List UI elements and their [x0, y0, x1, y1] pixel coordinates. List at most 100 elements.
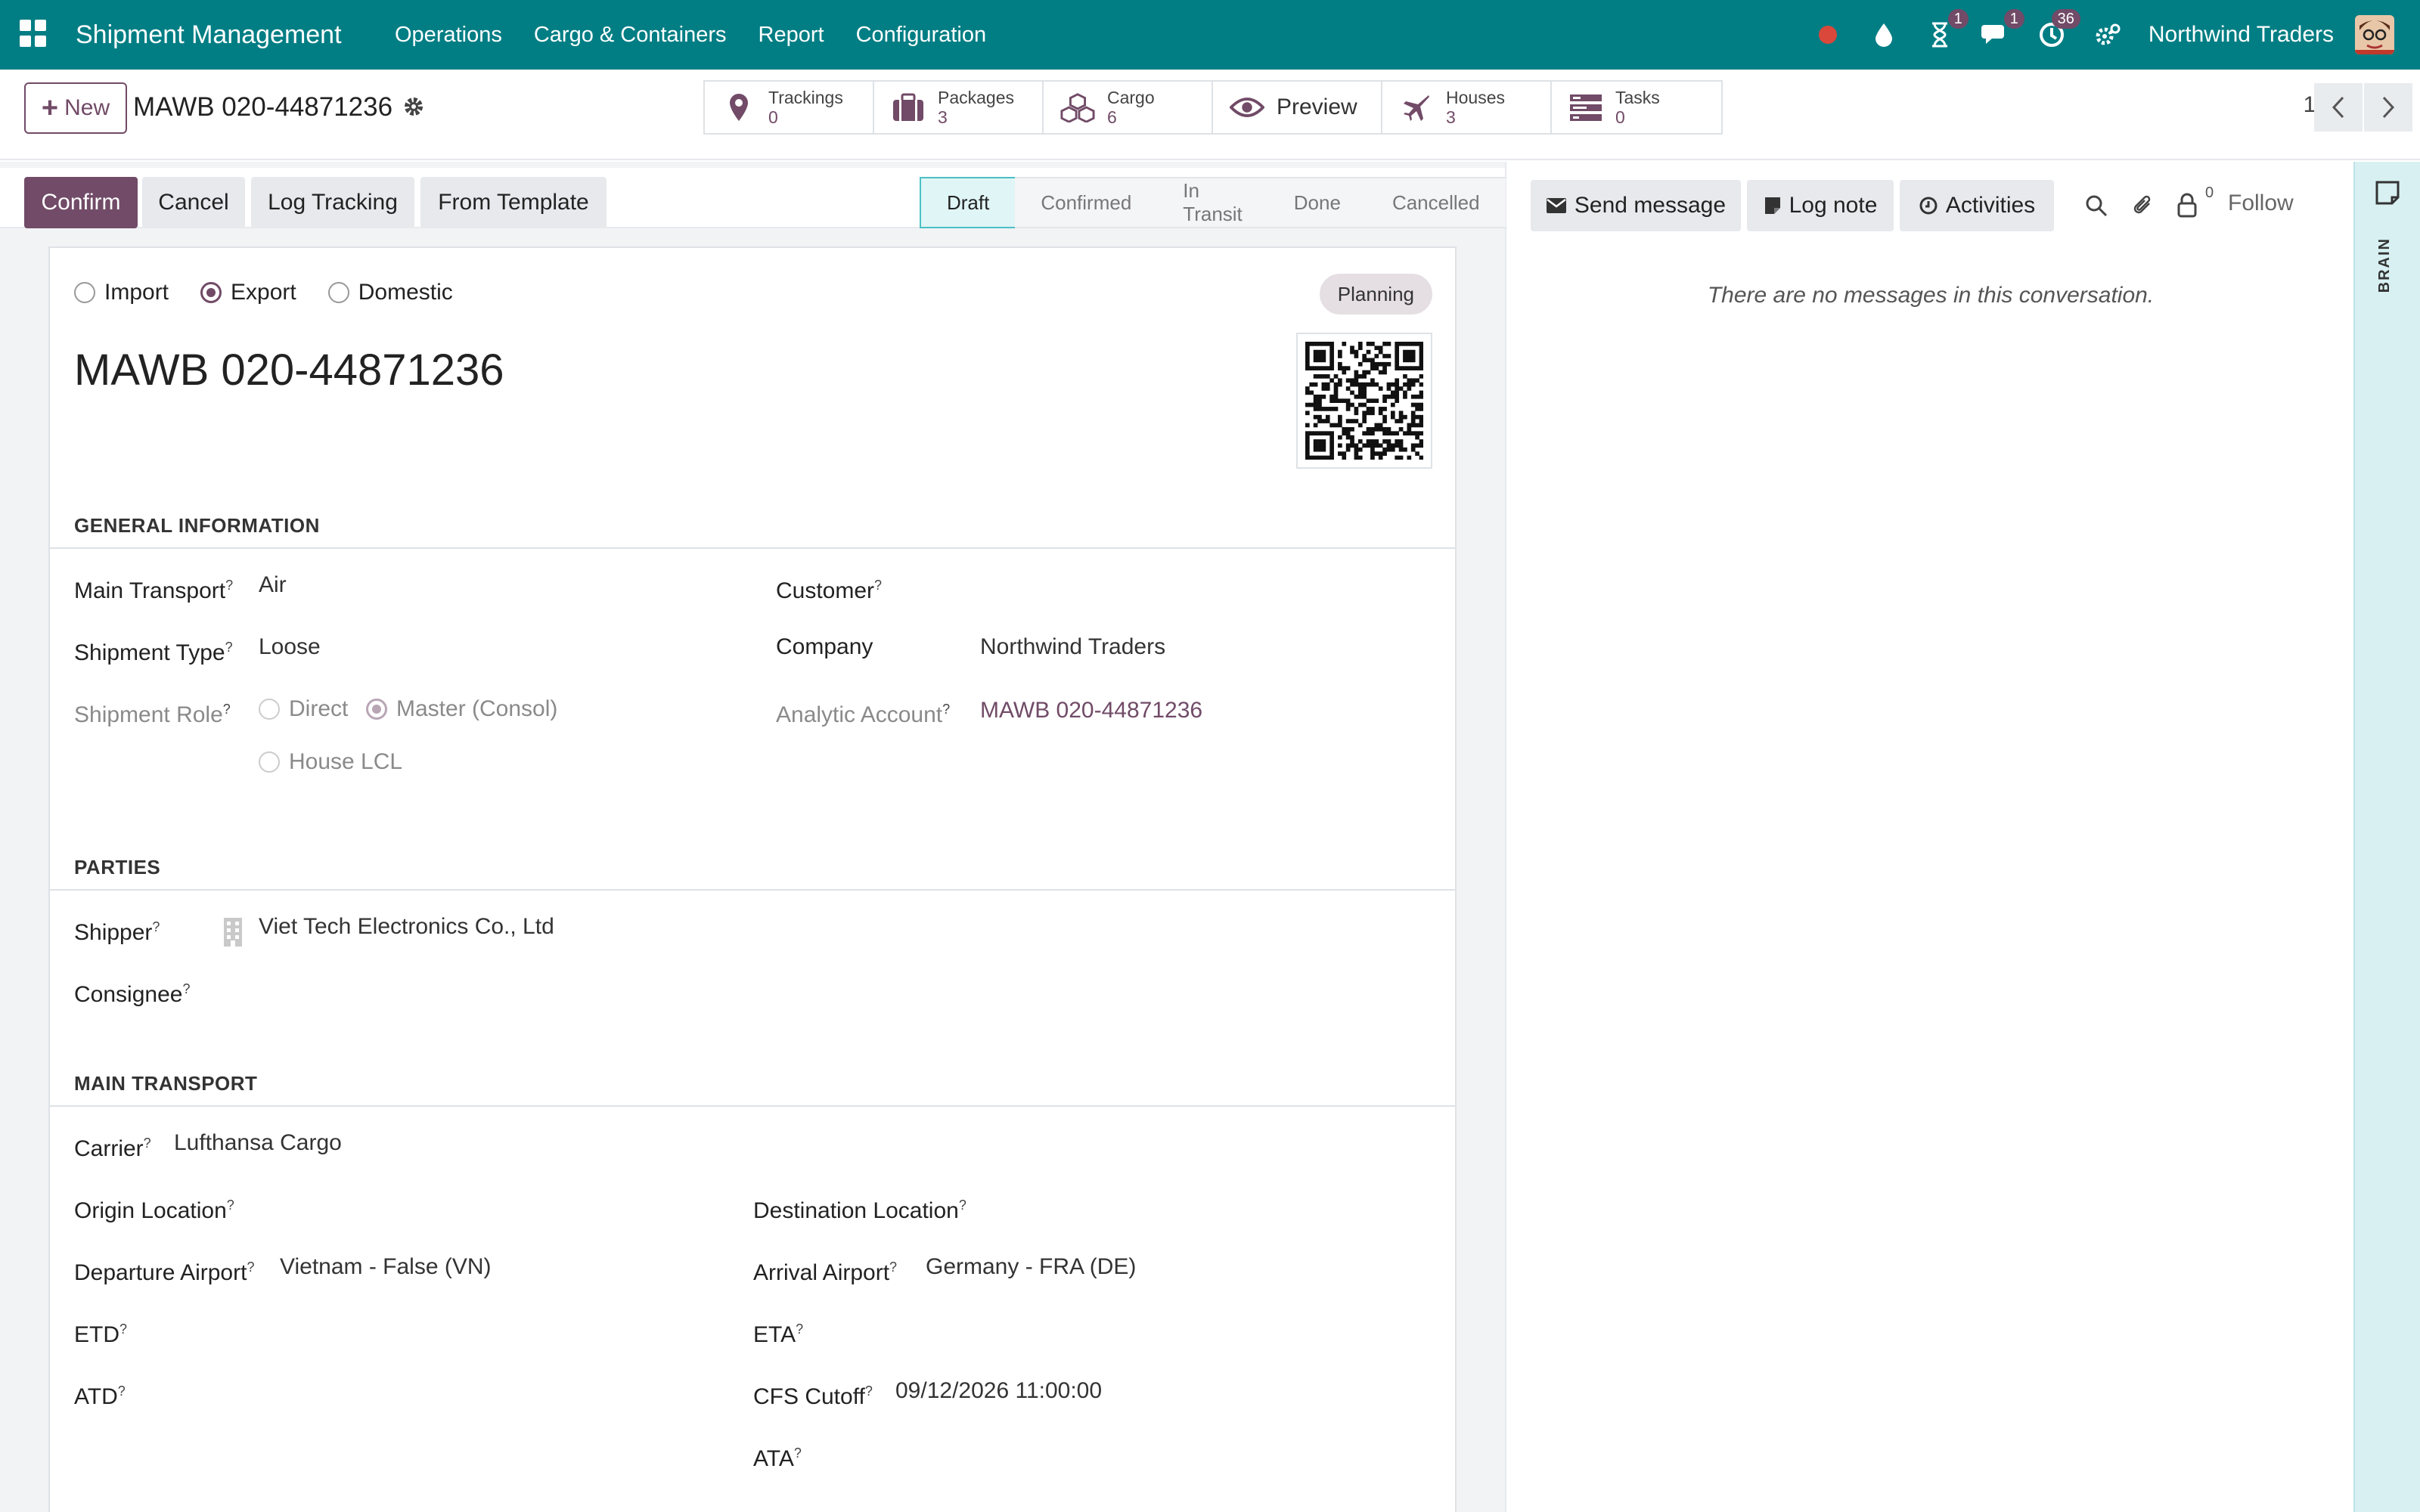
qr-module	[1305, 451, 1310, 456]
hourglass-icon[interactable]: 1	[1925, 9, 1969, 50]
preview-button[interactable]: Preview	[1213, 82, 1382, 133]
confirm-button[interactable]: Confirm	[24, 177, 138, 228]
qr-module	[1362, 374, 1367, 379]
log-tracking-button[interactable]: Log Tracking	[251, 177, 414, 228]
qr-module	[1395, 366, 1400, 370]
carrier-field[interactable]: Lufthansa Cargo	[174, 1129, 342, 1157]
radio-circle[interactable]	[259, 699, 280, 720]
houses-button[interactable]: Houses 3	[1382, 82, 1552, 133]
qr-module	[1395, 419, 1400, 423]
company-switcher[interactable]: Northwind Traders	[2149, 22, 2334, 48]
trackings-button[interactable]: Trackings 0	[705, 82, 874, 133]
activities-button[interactable]: Activities	[1900, 180, 2054, 231]
analytic-account-link[interactable]: MAWB 020-44871236	[980, 697, 1202, 724]
gear-icon[interactable]	[402, 95, 428, 121]
new-button[interactable]: + New	[24, 82, 127, 134]
apps-menu-icon[interactable]	[20, 20, 47, 47]
status-step-done[interactable]: Done	[1267, 177, 1367, 228]
qr-module	[1410, 402, 1416, 407]
paperclip-icon[interactable]	[2130, 192, 2157, 219]
qr-module	[1345, 435, 1351, 440]
from-template-button[interactable]: From Template	[420, 177, 607, 228]
log-note-button[interactable]: Log note	[1747, 180, 1894, 231]
shipper-field[interactable]: Viet Tech Electronics Co., Ltd	[259, 913, 554, 940]
qr-module	[1321, 382, 1326, 387]
shipment-type-field[interactable]: Loose	[259, 634, 321, 661]
qr-module	[1395, 443, 1400, 448]
record-title[interactable]: MAWB 020-44871236	[74, 343, 504, 398]
arrival-airport-field[interactable]: Germany - FRA (DE)	[926, 1253, 1136, 1281]
status-step-confirmed[interactable]: Confirmed	[1015, 177, 1158, 228]
qr-module	[1357, 455, 1363, 460]
menu-cargo-containers[interactable]: Cargo & Containers	[534, 21, 727, 48]
menu-operations[interactable]: Operations	[395, 21, 502, 48]
app-title[interactable]: Shipment Management	[76, 18, 342, 51]
destination-location-field[interactable]	[1033, 1191, 1411, 1219]
customer-field[interactable]	[980, 572, 1404, 599]
divider	[50, 889, 1455, 891]
radio-import[interactable]: Import	[74, 280, 169, 305]
sticky-note-icon[interactable]	[2375, 180, 2402, 207]
radio-circle[interactable]	[74, 282, 95, 303]
radio-circle[interactable]	[327, 282, 349, 303]
qr-module	[1362, 402, 1367, 407]
cancel-button[interactable]: Cancel	[142, 177, 245, 228]
qr-module	[1415, 435, 1419, 440]
ata-field[interactable]	[882, 1439, 1336, 1467]
cfs-cutoff-field[interactable]: 09/12/2026 11:00:00	[895, 1377, 1102, 1405]
chevron-right-icon[interactable]	[2364, 83, 2412, 132]
clock-icon[interactable]: 36	[2037, 9, 2080, 50]
status-step-in-transit[interactable]: In Transit	[1157, 177, 1268, 228]
send-message-button[interactable]: Send message	[1531, 180, 1741, 231]
lock-icon[interactable]	[2173, 192, 2201, 219]
qr-module	[1350, 435, 1354, 440]
status-step-cancelled[interactable]: Cancelled	[1366, 177, 1506, 228]
packages-button[interactable]: Packages 3	[874, 82, 1044, 133]
radio-domestic[interactable]: Domestic	[327, 280, 453, 305]
role-radio-direct[interactable]: Direct	[259, 696, 348, 723]
cargo-button[interactable]: Cargo 6	[1044, 82, 1213, 133]
brain-side-panel[interactable]: BRAIN	[2353, 162, 2420, 1512]
qr-module	[1342, 366, 1347, 370]
qr-module	[1386, 443, 1392, 448]
atd-field[interactable]	[201, 1377, 655, 1405]
qr-module	[1382, 414, 1387, 420]
main-transport-field[interactable]: Air	[259, 572, 287, 599]
preview-label: Preview	[1277, 94, 1357, 119]
qr-module	[1407, 426, 1412, 432]
radio-circle[interactable]	[259, 751, 280, 773]
chevron-left-icon[interactable]	[2314, 83, 2363, 132]
origin-location-field[interactable]	[299, 1191, 723, 1219]
search-icon[interactable]	[2083, 192, 2110, 219]
role-radio-master[interactable]: Master (Consol)	[366, 696, 557, 723]
messages-icon[interactable]: 1	[1981, 9, 2024, 50]
qr-module	[1333, 394, 1339, 399]
radio-circle-checked[interactable]	[200, 282, 222, 303]
company-field[interactable]: Northwind Traders	[980, 634, 1165, 661]
consignee-field[interactable]	[259, 975, 712, 1002]
qr-module	[1305, 423, 1310, 428]
drop-icon[interactable]	[1869, 20, 1899, 50]
etd-field[interactable]	[201, 1315, 655, 1343]
user-avatar[interactable]	[2355, 15, 2394, 54]
radio-circle-checked[interactable]	[366, 699, 387, 720]
qr-module	[1317, 439, 1322, 444]
role-radio-house-lcl[interactable]: House LCL	[259, 748, 402, 776]
settings-icon[interactable]	[2093, 20, 2123, 50]
qr-module	[1354, 447, 1359, 452]
eta-field[interactable]	[882, 1315, 1336, 1343]
tasks-button[interactable]: Tasks 0	[1552, 82, 1721, 133]
status-step-draft[interactable]: Draft	[920, 177, 1016, 228]
menu-configuration[interactable]: Configuration	[856, 21, 987, 48]
qr-module	[1329, 398, 1334, 403]
radio-export[interactable]: Export	[200, 280, 296, 305]
departure-airport-field[interactable]: Vietnam - False (VN)	[280, 1253, 492, 1281]
qr-module	[1419, 361, 1424, 367]
follow-button[interactable]: Follow	[2228, 191, 2294, 216]
recording-icon[interactable]	[1813, 20, 1843, 50]
qr-module	[1305, 354, 1310, 358]
menu-report[interactable]: Report	[759, 21, 824, 48]
qr-module	[1419, 374, 1424, 379]
qr-module	[1354, 419, 1359, 423]
qr-module	[1333, 398, 1339, 403]
